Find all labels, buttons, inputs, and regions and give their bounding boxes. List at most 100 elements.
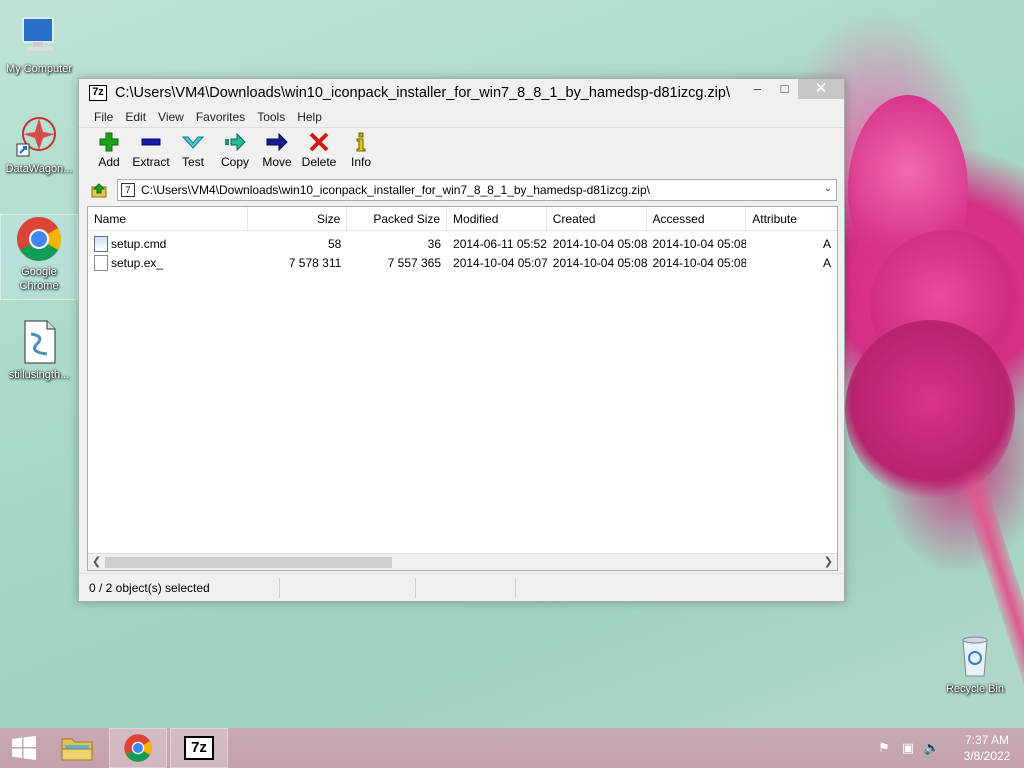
file-accessed: 2014-10-04 05:08	[652, 255, 747, 270]
add-label: Add	[98, 155, 120, 169]
delete-label: Delete	[301, 155, 337, 169]
extract-button[interactable]: Extract	[130, 128, 172, 177]
desktop-icon-label: stillusingth...	[8, 369, 70, 381]
extract-label: Extract	[132, 155, 170, 169]
system-tray: ⚑ ▣ 🔈 7:37 AM 3/8/2022	[872, 728, 1024, 768]
file-created: 2014-10-04 05:08	[552, 236, 647, 251]
scroll-right-arrow-icon[interactable]: ❯	[824, 555, 833, 568]
desktop-icon-my-computer[interactable]: My Computer	[1, 12, 77, 76]
column-modified[interactable]: Modified	[447, 207, 547, 230]
horizontal-scrollbar[interactable]: ❮ ❯	[88, 553, 837, 570]
menu-edit[interactable]: Edit	[119, 107, 152, 127]
desktop-icon-label: My Computer	[5, 63, 73, 75]
file-attributes: A	[822, 255, 831, 270]
desktop-icon-datawagon[interactable]: DataWagon...	[1, 112, 77, 176]
desktop-icon-label: Recycle Bin	[945, 683, 1005, 695]
parent-folder-icon[interactable]	[91, 182, 107, 198]
address-bar: 7 C:\Users\VM4\Downloads\win10_iconpack_…	[79, 177, 844, 203]
scrollbar-thumb[interactable]	[105, 557, 392, 568]
file-created: 2014-10-04 05:08	[552, 255, 647, 270]
network-icon[interactable]: ▣	[896, 740, 920, 756]
status-bar: 0 / 2 object(s) selected	[79, 573, 844, 601]
file-modified: 2014-06-11 05:52	[453, 236, 547, 251]
desktop-icon-label: Google Chrome	[19, 266, 59, 292]
move-label: Move	[262, 155, 292, 169]
delete-icon	[309, 132, 329, 152]
toolbar: Add Extract Test Copy Move Delete Info	[79, 127, 844, 177]
file-accessed: 2014-10-04 05:08	[652, 236, 747, 251]
volume-muted-icon[interactable]: 🔈	[920, 740, 944, 756]
column-size[interactable]: Size	[248, 207, 348, 230]
menu-file[interactable]: File	[88, 107, 119, 127]
info-button[interactable]: Info	[340, 128, 382, 177]
test-label: Test	[181, 155, 204, 169]
info-label: Info	[350, 155, 371, 169]
maximize-button[interactable]: □	[771, 79, 798, 99]
action-center-flag-icon[interactable]: ⚑	[872, 740, 896, 756]
chevron-down-icon[interactable]: ⌄	[824, 183, 832, 194]
status-divider	[279, 577, 415, 598]
computer-icon	[15, 12, 63, 60]
menu-tools[interactable]: Tools	[251, 107, 291, 127]
taskbar: 7z ⚑ ▣ 🔈 7:37 AM 3/8/2022	[0, 728, 1024, 768]
copy-button[interactable]: Copy	[214, 128, 256, 177]
datawagon-icon	[15, 112, 63, 160]
table-row[interactable]: setup.cmd 58 36 2014-06-11 05:52 2014-10…	[88, 234, 837, 253]
wallpaper-petal	[845, 320, 1015, 500]
7zip-file-manager-window: 7z C:\Users\VM4\Downloads\win10_iconpack…	[78, 78, 845, 602]
7zip-app-icon: 7z	[89, 85, 107, 101]
column-created[interactable]: Created	[547, 207, 647, 230]
clock-time: 7:37 AM	[964, 733, 1010, 747]
selection-status: 0 / 2 object(s) selected	[89, 580, 210, 595]
chrome-icon	[124, 734, 152, 762]
taskbar-7zip[interactable]: 7z	[170, 728, 228, 768]
scroll-left-arrow-icon[interactable]: ❮	[92, 555, 101, 568]
address-field[interactable]: 7 C:\Users\VM4\Downloads\win10_iconpack_…	[117, 179, 837, 201]
status-divider	[415, 577, 515, 598]
desktop-icon-label: DataWagon...	[5, 163, 73, 175]
delete-button[interactable]: Delete	[298, 128, 340, 177]
column-headers: Name Size Packed Size Modified Created A…	[88, 207, 837, 231]
move-icon	[266, 132, 288, 152]
folder-icon	[61, 738, 93, 761]
minimize-button[interactable]: –	[744, 79, 771, 99]
batch-file-icon	[94, 235, 108, 252]
column-packed-size[interactable]: Packed Size	[347, 207, 448, 230]
clock-date: 3/8/2022	[963, 749, 1011, 763]
window-title: C:\Users\VM4\Downloads\win10_iconpack_in…	[115, 85, 730, 101]
file-name: setup.ex_	[111, 255, 164, 270]
file-name: setup.cmd	[111, 236, 167, 251]
menu-help[interactable]: Help	[291, 107, 328, 127]
recycle-bin-icon	[951, 632, 999, 680]
desktop-icon-recycle-bin[interactable]: Recycle Bin	[937, 632, 1013, 696]
file-modified: 2014-10-04 05:07	[453, 255, 547, 270]
clock[interactable]: 7:37 AM 3/8/2022	[950, 732, 1024, 764]
file-size: 7 578 311	[288, 255, 342, 270]
taskbar-file-explorer[interactable]	[48, 728, 106, 768]
7zip-icon: 7z	[184, 736, 214, 760]
desktop-icon-google-chrome[interactable]: Google Chrome	[0, 214, 78, 300]
menu-favorites[interactable]: Favorites	[190, 107, 251, 127]
file-packed-size: 36	[427, 236, 442, 251]
column-name[interactable]: Name	[88, 207, 248, 230]
address-path: C:\Users\VM4\Downloads\win10_iconpack_in…	[141, 183, 650, 197]
copy-icon	[225, 132, 246, 152]
column-attributes[interactable]: Attribute	[746, 207, 837, 230]
menu-bar: File Edit View Favorites Tools Help	[79, 107, 844, 127]
add-button[interactable]: Add	[88, 128, 130, 177]
test-button[interactable]: Test	[172, 128, 214, 177]
taskbar-google-chrome[interactable]	[109, 728, 167, 768]
title-bar[interactable]: 7z C:\Users\VM4\Downloads\win10_iconpack…	[79, 79, 844, 107]
file-list[interactable]: Name Size Packed Size Modified Created A…	[87, 206, 838, 571]
menu-view[interactable]: View	[152, 107, 190, 127]
move-button[interactable]: Move	[256, 128, 298, 177]
start-button[interactable]	[0, 728, 48, 768]
table-row[interactable]: setup.ex_ 7 578 311 7 557 365 2014-10-04…	[88, 253, 837, 272]
add-icon	[99, 132, 119, 152]
desktop-icon-script-file[interactable]: stillusingth...	[1, 318, 77, 382]
file-size: 58	[327, 236, 342, 251]
close-button[interactable]: ✕	[798, 79, 844, 99]
file-icon	[94, 254, 108, 271]
file-packed-size: 7 557 365	[387, 255, 442, 270]
column-accessed[interactable]: Accessed	[647, 207, 747, 230]
